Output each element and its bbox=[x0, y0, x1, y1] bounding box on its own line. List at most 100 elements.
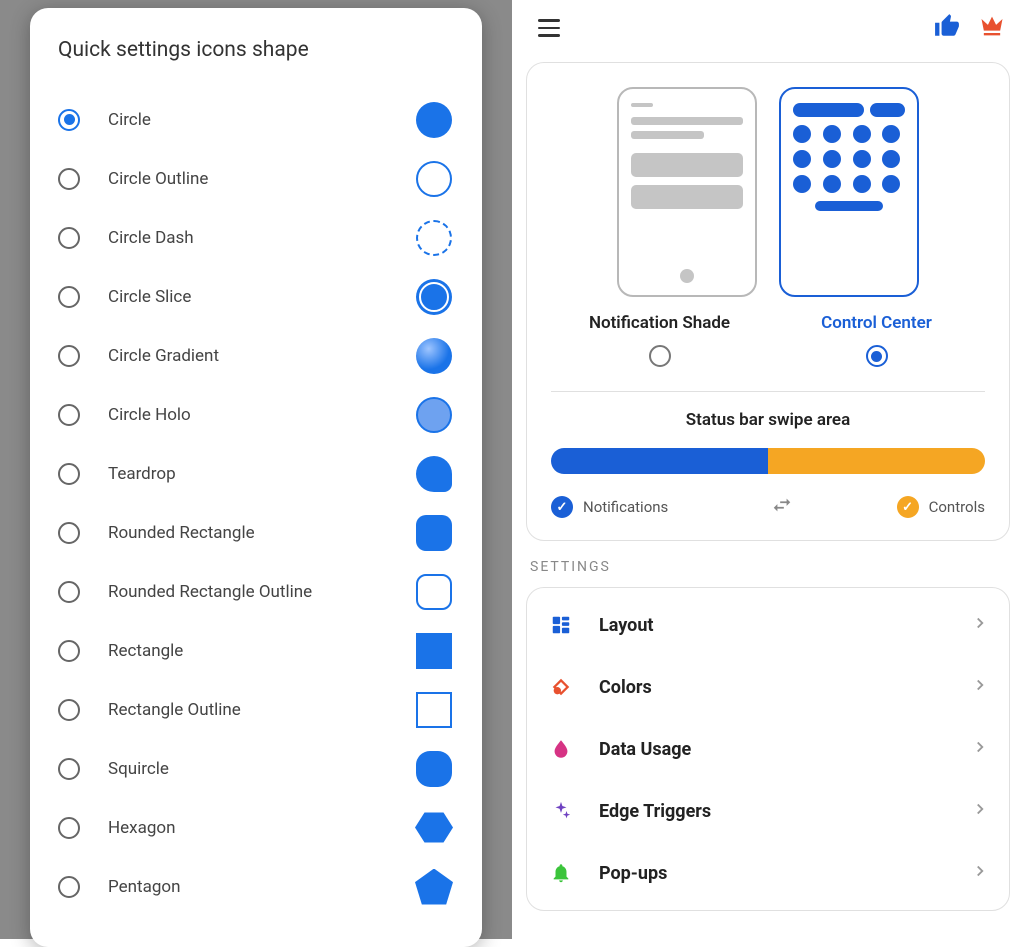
shape-option-circle-gradient[interactable]: Circle Gradient bbox=[58, 326, 454, 385]
mode-notification-label[interactable]: Notification Shade bbox=[551, 313, 768, 333]
shape-label: Circle Slice bbox=[108, 287, 414, 307]
shape-label: Circle Holo bbox=[108, 405, 414, 425]
shape-picker-dialog: Quick settings icons shape Circle Circle … bbox=[30, 8, 482, 947]
settings-item-label: Pop-ups bbox=[599, 863, 971, 884]
radio-button[interactable] bbox=[58, 168, 80, 190]
settings-item-colors[interactable]: Colors bbox=[547, 656, 989, 718]
mode-card: Notification Shade Control Center Status… bbox=[526, 62, 1010, 541]
rect-preview-icon bbox=[414, 631, 454, 671]
legend-notifications-label: Notifications bbox=[583, 498, 668, 516]
swipe-area-bar[interactable] bbox=[551, 448, 985, 474]
shape-label: Circle bbox=[108, 110, 414, 130]
shape-label: Rounded Rectangle Outline bbox=[108, 582, 414, 602]
shape-option-circle-slice[interactable]: Circle Slice bbox=[58, 267, 454, 326]
shape-option-circle-outline[interactable]: Circle Outline bbox=[58, 149, 454, 208]
shape-option-rrect-outline[interactable]: Rounded Rectangle Outline bbox=[58, 562, 454, 621]
radio-button[interactable] bbox=[58, 758, 80, 780]
rrect-preview-icon bbox=[414, 513, 454, 553]
shape-option-squircle[interactable]: Squircle bbox=[58, 739, 454, 798]
hexagon-preview-icon bbox=[414, 808, 454, 848]
dialog-title: Quick settings icons shape bbox=[58, 38, 454, 62]
pentagon-preview-icon bbox=[414, 867, 454, 907]
shape-option-circle-fill[interactable]: Circle bbox=[58, 90, 454, 149]
settings-item-drop[interactable]: Data Usage bbox=[547, 718, 989, 780]
chevron-right-icon bbox=[971, 862, 989, 884]
squircle-preview-icon bbox=[414, 749, 454, 789]
shape-option-rect[interactable]: Rectangle bbox=[58, 621, 454, 680]
radio-button[interactable] bbox=[58, 345, 80, 367]
circle-outline-preview-icon bbox=[414, 159, 454, 199]
radio-button[interactable] bbox=[58, 286, 80, 308]
shape-option-rect-outline[interactable]: Rectangle Outline bbox=[58, 680, 454, 739]
settings-item-label: Edge Triggers bbox=[599, 801, 971, 822]
notification-shade-preview[interactable] bbox=[617, 87, 757, 297]
drop-icon bbox=[547, 735, 575, 763]
mode-previews bbox=[551, 87, 985, 297]
settings-item-layout[interactable]: Layout bbox=[547, 594, 989, 656]
settings-item-bell[interactable]: Pop-ups bbox=[547, 842, 989, 904]
shape-label: Circle Gradient bbox=[108, 346, 414, 366]
mode-notification-radio[interactable] bbox=[649, 345, 671, 367]
legend-controls: ✓ Controls bbox=[897, 496, 985, 518]
legend-controls-label: Controls bbox=[929, 498, 985, 516]
shape-label: Rectangle bbox=[108, 641, 414, 661]
chevron-right-icon bbox=[971, 738, 989, 760]
settings-item-label: Colors bbox=[599, 677, 971, 698]
chevron-right-icon bbox=[971, 800, 989, 822]
shape-option-hexagon[interactable]: Hexagon bbox=[58, 798, 454, 857]
circle-gradient-preview-icon bbox=[414, 336, 454, 376]
control-center-preview[interactable] bbox=[779, 87, 919, 297]
radio-button[interactable] bbox=[58, 817, 80, 839]
top-bar bbox=[524, 0, 1012, 56]
circle-slice-preview-icon bbox=[414, 277, 454, 317]
radio-button[interactable] bbox=[58, 522, 80, 544]
shape-label: Rectangle Outline bbox=[108, 700, 414, 720]
radio-button[interactable] bbox=[58, 640, 80, 662]
circle-dash-preview-icon bbox=[414, 218, 454, 258]
radio-button[interactable] bbox=[58, 109, 80, 131]
settings-list: Layout Colors Data Usage Edge Triggers Pop-u… bbox=[526, 587, 1010, 911]
legend-notifications: ✓ Notifications bbox=[551, 496, 668, 518]
shape-option-teardrop[interactable]: Teardrop bbox=[58, 444, 454, 503]
radio-button[interactable] bbox=[58, 876, 80, 898]
swipe-area-left bbox=[551, 448, 768, 474]
swipe-legend: ✓ Notifications ✓ Controls bbox=[551, 494, 985, 520]
shape-label: Pentagon bbox=[108, 877, 414, 897]
menu-icon[interactable] bbox=[530, 11, 568, 45]
thumbs-up-icon[interactable] bbox=[934, 13, 960, 43]
chevron-right-icon bbox=[971, 676, 989, 698]
rrect-outline-preview-icon bbox=[414, 572, 454, 612]
mode-control-radio[interactable] bbox=[866, 345, 888, 367]
swap-icon[interactable] bbox=[771, 494, 793, 520]
shape-label: Rounded Rectangle bbox=[108, 523, 414, 543]
settings-item-label: Layout bbox=[599, 615, 971, 636]
settings-section-label: SETTINGS bbox=[530, 559, 1006, 575]
swipe-area-title: Status bar swipe area bbox=[551, 410, 985, 430]
shape-option-pentagon[interactable]: Pentagon bbox=[58, 857, 454, 916]
radio-button[interactable] bbox=[58, 404, 80, 426]
radio-button[interactable] bbox=[58, 699, 80, 721]
shape-option-rrect[interactable]: Rounded Rectangle bbox=[58, 503, 454, 562]
mode-labels: Notification Shade Control Center bbox=[551, 313, 985, 367]
shape-label: Squircle bbox=[108, 759, 414, 779]
layout-icon bbox=[547, 611, 575, 639]
divider bbox=[551, 391, 985, 392]
radio-button[interactable] bbox=[58, 463, 80, 485]
chevron-right-icon bbox=[971, 614, 989, 636]
circle-holo-preview-icon bbox=[414, 395, 454, 435]
circle-fill-preview-icon bbox=[414, 100, 454, 140]
rect-outline-preview-icon bbox=[414, 690, 454, 730]
sparkle-icon bbox=[547, 797, 575, 825]
crown-icon[interactable] bbox=[978, 12, 1006, 44]
radio-button[interactable] bbox=[58, 227, 80, 249]
settings-item-sparkle[interactable]: Edge Triggers bbox=[547, 780, 989, 842]
shape-option-circle-holo[interactable]: Circle Holo bbox=[58, 385, 454, 444]
shape-option-circle-dash[interactable]: Circle Dash bbox=[58, 208, 454, 267]
swipe-area-right bbox=[768, 448, 985, 474]
shape-label: Circle Outline bbox=[108, 169, 414, 189]
shape-picker-backdrop: Quick settings icons shape Circle Circle … bbox=[0, 0, 512, 939]
mode-control-label[interactable]: Control Center bbox=[768, 313, 985, 333]
check-icon: ✓ bbox=[551, 496, 573, 518]
topbar-actions bbox=[934, 12, 1006, 44]
radio-button[interactable] bbox=[58, 581, 80, 603]
